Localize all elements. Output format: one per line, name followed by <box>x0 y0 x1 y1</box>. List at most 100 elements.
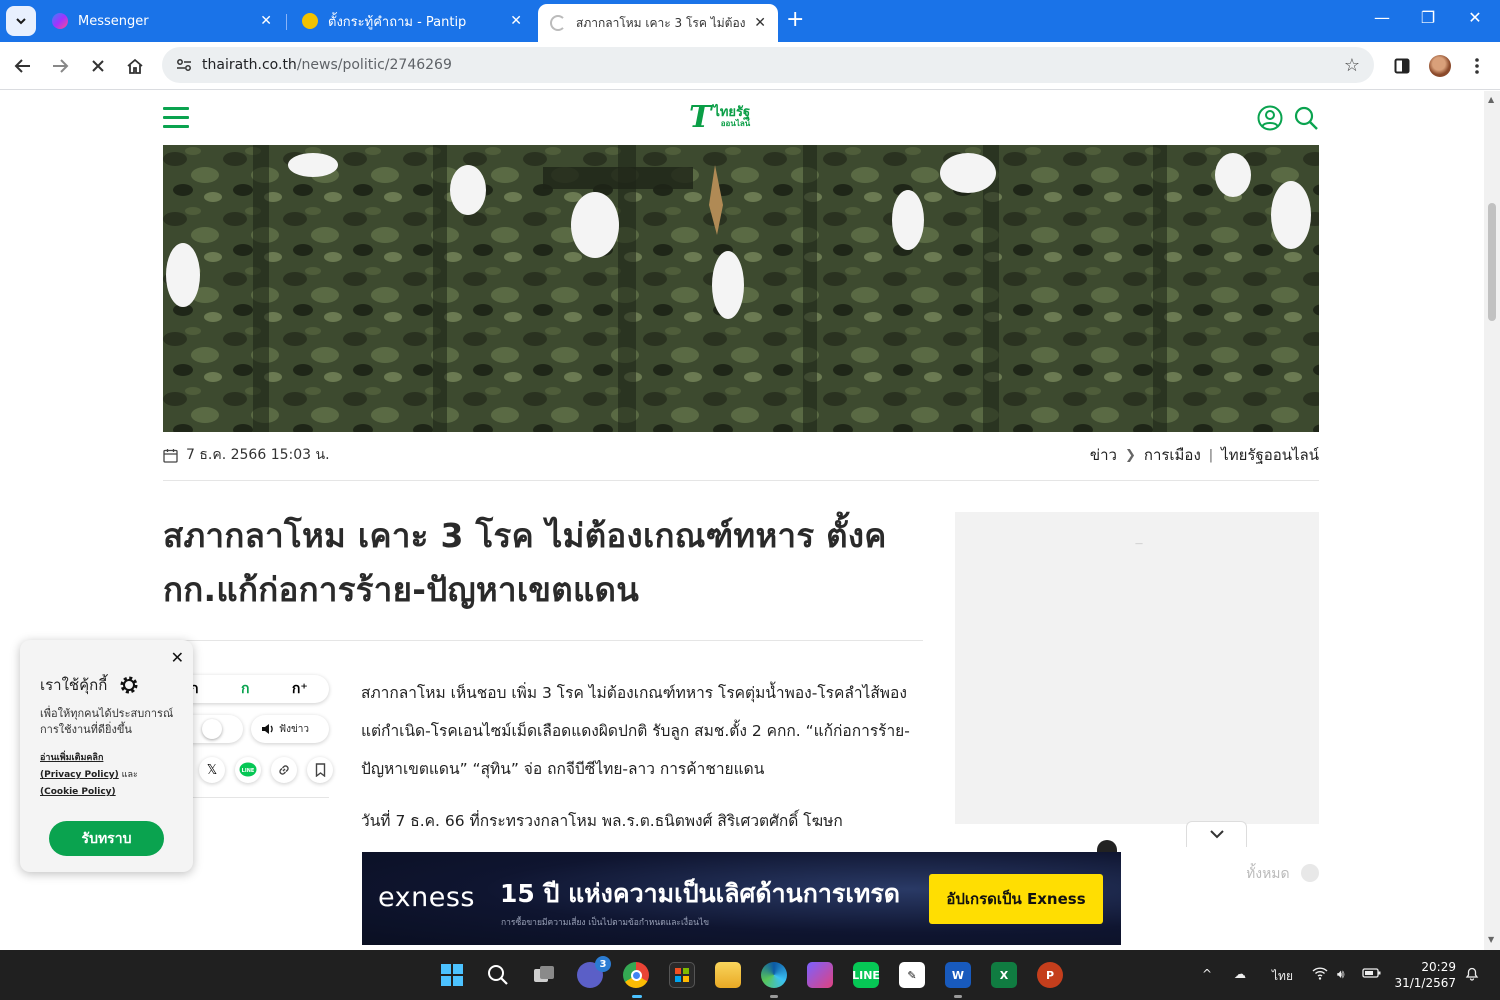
more-vertical-icon <box>1475 58 1479 74</box>
chrome-center <box>630 969 642 981</box>
powerpoint-icon[interactable]: P <box>1037 962 1063 988</box>
close-icon[interactable]: ✕ <box>171 648 184 667</box>
stop-loading-button[interactable] <box>84 52 112 80</box>
forward-button[interactable] <box>46 52 74 80</box>
ad-info-icon[interactable] <box>1097 840 1117 852</box>
close-icon[interactable]: ✕ <box>260 13 272 29</box>
tab-pantip[interactable]: ตั้งกระทู้คำถาม - Pantip ✕ <box>290 6 534 36</box>
tab-messenger[interactable]: Messenger ✕ <box>40 6 284 36</box>
file-explorer-icon[interactable] <box>715 962 741 988</box>
listen-news-button[interactable]: ฟังข่าว <box>251 715 329 743</box>
privacy-policy-link[interactable]: (Privacy Policy) <box>40 770 119 780</box>
line-app-icon[interactable]: LINE <box>852 962 880 988</box>
arrow-right-icon <box>53 59 69 73</box>
breadcrumb-news[interactable]: ข่าว <box>1090 443 1117 467</box>
bookmark-icon[interactable] <box>307 757 333 783</box>
scrollbar-thumb[interactable] <box>1488 203 1496 321</box>
cookie-links: อ่านเพิ่มเติมคลิก (Privacy Policy) และ (… <box>40 750 180 801</box>
bookmark-star-icon[interactable]: ☆ <box>1344 55 1360 76</box>
new-tab-button[interactable]: + <box>786 8 804 32</box>
cookie-accept-button[interactable]: รับทราบ <box>49 821 164 856</box>
article-headline: สภากลาโหม เคาะ 3 โรค ไม่ต้องเกณฑ์ทหาร ตั… <box>163 516 887 609</box>
font-default-button[interactable]: ก <box>241 678 249 700</box>
article-source[interactable]: ไทยรัฐออนไลน์ <box>1221 443 1319 467</box>
page-scrollbar[interactable]: ▲ ▼ <box>1484 91 1500 950</box>
scroll-down-icon[interactable]: ▼ <box>1488 935 1494 944</box>
sidebar-ad-slot[interactable]: — <box>955 512 1319 824</box>
battery-icon[interactable] <box>1362 967 1382 982</box>
user-account-icon[interactable] <box>1257 105 1283 131</box>
edge-icon[interactable] <box>761 962 787 988</box>
cookie-and: และ <box>118 770 138 780</box>
teams-chat-icon[interactable]: 3 <box>577 956 611 988</box>
font-increase-button[interactable]: ก⁺ <box>292 678 308 700</box>
read-more-link[interactable]: อ่านเพิ่มเติมคลิก <box>40 753 103 763</box>
wifi-icon[interactable] <box>1312 967 1328 983</box>
site-info-icon[interactable] <box>166 58 202 72</box>
back-button[interactable] <box>9 52 37 80</box>
search-icon[interactable] <box>1293 105 1319 131</box>
chevron-down-icon <box>16 18 26 25</box>
chrome-icon[interactable] <box>623 962 649 988</box>
running-indicator <box>770 995 778 998</box>
ad-headline: 15 ปี แห่งความเป็นเลิศด้านการเทรด <box>500 879 901 908</box>
excel-icon[interactable]: X <box>991 962 1017 988</box>
collapse-ad-button[interactable] <box>1186 821 1247 847</box>
url-path: /news/politic/2746269 <box>296 57 452 73</box>
copy-link-icon[interactable] <box>271 757 297 783</box>
exness-banner[interactable]: exness 15 ปี แห่งความเป็นเลิศด้านการเทรด… <box>362 852 1121 945</box>
word-icon[interactable]: W <box>945 962 971 988</box>
hamburger-menu-icon[interactable] <box>163 107 189 129</box>
chat-badge: 3 <box>595 956 611 972</box>
clipchamp-icon[interactable] <box>807 962 833 988</box>
profile-avatar[interactable] <box>1429 55 1451 77</box>
microsoft-store-icon[interactable] <box>669 962 695 988</box>
volume-icon[interactable]: 🔊︎ <box>1337 967 1345 982</box>
ad-cta-button[interactable]: อัปเกรดเป็น Exness <box>929 874 1103 924</box>
tab-thairath[interactable]: สภากลาโหม เคาะ 3 โรค ไม่ต้องเกณฑ์ทหาร ตั… <box>538 4 778 42</box>
publish-date: 7 ธ.ค. 2566 15:03 น. <box>163 444 330 466</box>
x-share-icon[interactable]: 𝕏 <box>199 757 225 783</box>
close-icon[interactable]: ✕ <box>754 15 766 31</box>
browser-toolbar: thairath.co.th/news/politic/2746269 ☆ <box>0 42 1500 90</box>
url-host: thairath.co.th <box>202 57 297 73</box>
address-bar[interactable]: thairath.co.th/news/politic/2746269 ☆ <box>162 47 1374 83</box>
restore-button[interactable]: ❐ <box>1413 8 1443 27</box>
tab-search-button[interactable] <box>6 6 36 36</box>
minimize-button[interactable]: — <box>1367 8 1397 27</box>
home-button[interactable] <box>121 52 149 80</box>
header-icons <box>1257 105 1319 131</box>
thairath-logo[interactable]: T ไทยรัฐ ออนไลน์ <box>689 103 750 133</box>
ad-placeholder: — <box>1135 539 1143 548</box>
breadcrumb-politics[interactable]: การเมือง <box>1144 443 1201 467</box>
see-all-link[interactable]: ทั้งหมด <box>1246 863 1290 885</box>
running-indicator <box>954 995 962 998</box>
chevron-right-icon: ❯ <box>1124 447 1136 463</box>
url-text: thairath.co.th/news/politic/2746269 <box>202 57 452 73</box>
arrow-right-circle-icon[interactable] <box>1301 864 1319 882</box>
notepad-icon[interactable]: ✎ <box>899 962 925 988</box>
scroll-up-icon[interactable]: ▲ <box>1488 95 1494 104</box>
notification-bell-icon[interactable] <box>1464 965 1480 984</box>
close-icon <box>92 60 104 72</box>
tab-title: สภากลาโหม เคาะ 3 โรค ไม่ต้องเกณฑ์ทหาร ตั… <box>576 15 747 30</box>
browser-menu-button[interactable] <box>1463 52 1491 80</box>
close-window-button[interactable]: ✕ <box>1460 8 1490 27</box>
line-share-icon[interactable]: LINE <box>235 757 261 783</box>
task-view-icon[interactable] <box>531 962 557 988</box>
chevron-up-icon[interactable]: ^ <box>1202 967 1212 981</box>
input-language[interactable]: ไทย <box>1272 967 1293 986</box>
onedrive-icon[interactable]: ☁ <box>1234 967 1246 981</box>
logo-text: ไทยรัฐ ออนไลน์ <box>713 105 751 129</box>
system-clock[interactable]: 20:29 31/1/2567 <box>1394 959 1456 991</box>
breadcrumb: ข่าว ❯ การเมือง | ไทยรัฐออนไลน์ <box>1090 443 1319 467</box>
windows-start-icon[interactable] <box>439 962 465 988</box>
close-icon[interactable]: ✕ <box>510 13 522 29</box>
exness-logo: exness <box>378 882 475 913</box>
cookie-policy-link[interactable]: (Cookie Policy) <box>40 787 116 797</box>
taskbar-search-icon[interactable] <box>485 962 511 988</box>
site-header: T ไทยรัฐ ออนไลน์ <box>163 91 1319 145</box>
logo-name: ไทยรัฐ <box>713 105 751 120</box>
side-panel-button[interactable] <box>1388 52 1416 80</box>
tab-strip: Messenger ✕ ตั้งกระทู้คำถาม - Pantip ✕ ส… <box>0 0 1500 42</box>
